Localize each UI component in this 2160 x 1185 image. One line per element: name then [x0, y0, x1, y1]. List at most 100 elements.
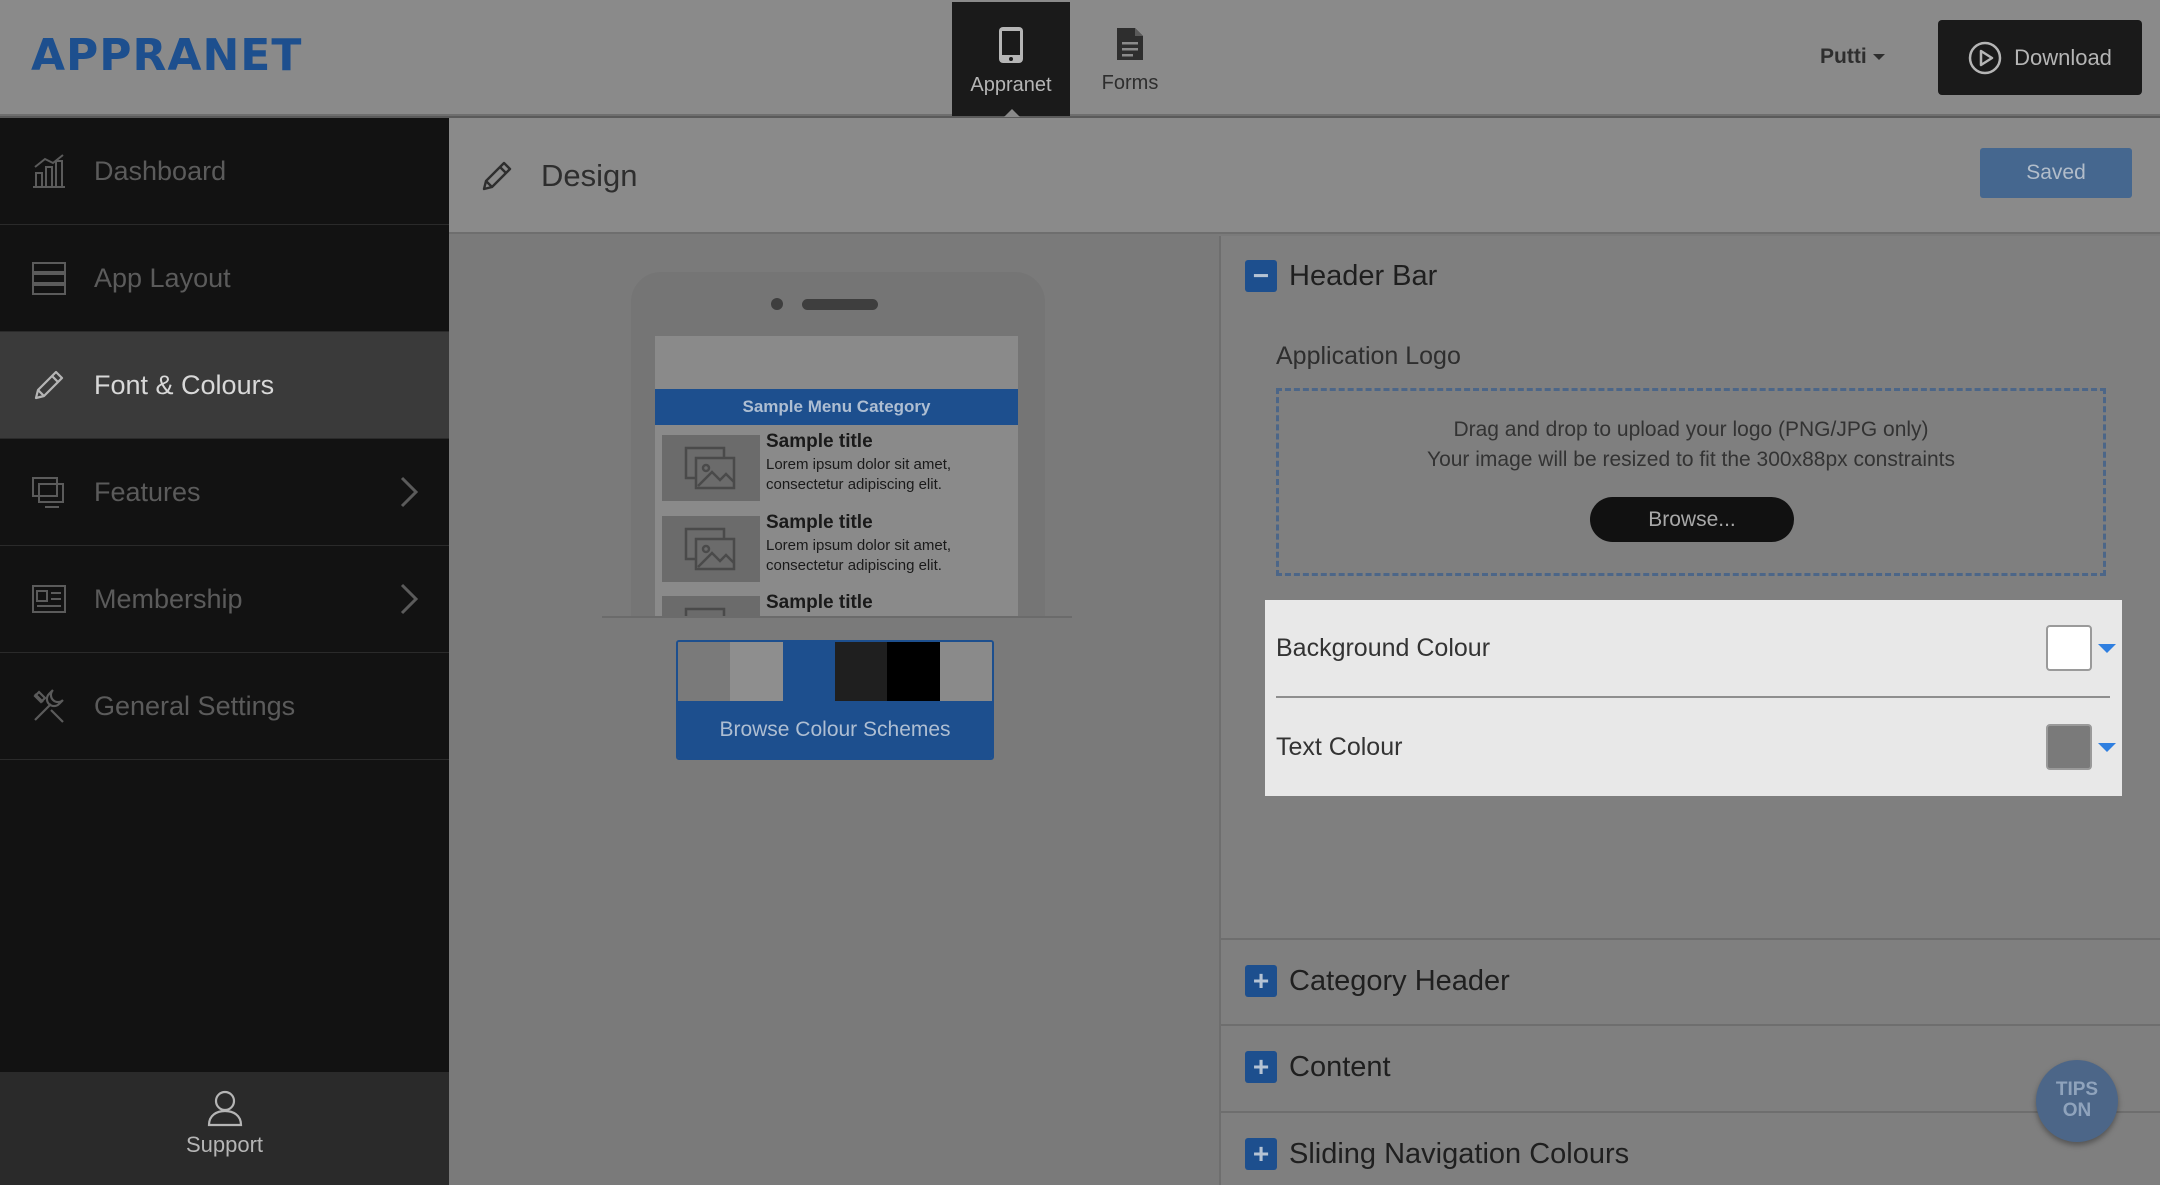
sidebar-item-dashboard[interactable]: Dashboard [0, 118, 449, 225]
user-name: Putti [1820, 45, 1867, 68]
phone-base-line [602, 616, 1072, 618]
phone-icon [999, 27, 1023, 63]
background-colour-row: Background Colour [1276, 600, 2116, 698]
application-logo-label: Application Logo [1276, 342, 1461, 370]
scheme-swatch [678, 642, 731, 701]
phone-speaker [802, 299, 878, 310]
sidebar-item-app-layout[interactable]: App Layout [0, 225, 449, 332]
tab-appranet-label: Appranet [970, 74, 1052, 96]
text-colour-swatch[interactable] [2046, 724, 2092, 770]
section-label: Category Header [1289, 964, 1510, 997]
tab-forms[interactable]: Forms [1071, 2, 1189, 116]
image-placeholder-icon [662, 596, 760, 617]
collapse-icon[interactable]: − [1245, 260, 1277, 292]
expand-icon[interactable]: + [1245, 1138, 1277, 1170]
tips-line-1: TIPS [2055, 1079, 2099, 1100]
scheme-swatch [887, 642, 940, 701]
design-settings-panel: − Header Bar Application Logo Drag and d… [1219, 236, 2160, 1185]
top-bar: APPRANET Appranet Forms Putti Download [0, 0, 2160, 117]
preview-card-text: Lorem ipsum dolor sit amet, consectetur … [766, 456, 952, 493]
divider [1221, 1024, 2160, 1026]
preview-card: Sample title Lorem ipsum dolor sit amet,… [662, 512, 1012, 584]
tab-appranet[interactable]: Appranet [952, 2, 1070, 117]
download-label: Download [2014, 44, 2112, 70]
section-label: Content [1289, 1050, 1391, 1083]
expand-icon[interactable]: + [1245, 1051, 1277, 1083]
image-placeholder-icon [662, 435, 760, 501]
document-icon [1117, 28, 1143, 60]
saved-button[interactable]: Saved [1980, 148, 2132, 198]
pencil-icon [482, 161, 512, 191]
tools-icon [30, 687, 68, 725]
preview-card-title: Sample title [766, 431, 873, 452]
scheme-swatch [939, 642, 992, 701]
chevron-right-icon [400, 476, 419, 508]
design-header: Design Saved [449, 118, 2160, 234]
image-placeholder-icon [662, 516, 760, 582]
sidebar-item-label: Dashboard [94, 155, 227, 186]
sidebar-item-font-colours[interactable]: Font & Colours [0, 332, 449, 439]
layout-icon [30, 259, 68, 297]
chevron-right-icon [400, 583, 419, 615]
caret-down-icon [1872, 54, 1885, 61]
colour-schemes[interactable]: Browse Colour Schemes [676, 640, 994, 760]
user-menu[interactable]: Putti [1820, 45, 1885, 69]
sidebar: Dashboard App Layout Font & Colours Feat… [0, 118, 449, 1185]
scheme-swatch [782, 642, 835, 701]
sidebar-item-label: App Layout [94, 262, 231, 293]
tab-forms-label: Forms [1101, 72, 1159, 94]
preview-menu-category: Sample Menu Category [655, 389, 1018, 425]
preview-card: Sample title Lorem ipsum dolor sit amet,… [662, 431, 1012, 503]
colour-settings: Background Colour Text Colour [1265, 600, 2122, 796]
dropdown-arrow-icon[interactable] [2098, 742, 2116, 752]
pencil-icon [30, 366, 68, 404]
background-colour-swatch[interactable] [2046, 625, 2092, 671]
logo-dropzone[interactable]: Drag and drop to upload your logo (PNG/J… [1276, 388, 2106, 576]
scheme-swatch [730, 642, 783, 701]
phone-camera [771, 298, 783, 310]
sidebar-item-label: Font & Colours [94, 369, 275, 400]
phone-screen: Sample Menu Category Sample title Lorem … [655, 336, 1018, 617]
dropzone-constraint: Your image will be resized to fit the 30… [1426, 448, 1955, 471]
preview-card: Sample title [662, 592, 1012, 617]
preview-card-text: Lorem ipsum dolor sit amet, consectetur … [766, 537, 952, 574]
sidebar-item-label: Features [94, 476, 201, 507]
sidebar-item-label: General Settings [94, 690, 296, 721]
section-header-bar[interactable]: − Header Bar [1221, 254, 2160, 298]
text-colour-row: Text Colour [1276, 698, 2116, 796]
dropdown-arrow-icon[interactable] [2098, 643, 2116, 653]
main-content: Design Saved Sample Menu Category Sample… [449, 118, 2160, 1185]
sidebar-item-membership[interactable]: Membership [0, 546, 449, 653]
section-content[interactable]: + Content [1221, 1047, 2160, 1087]
play-circle-icon [1968, 41, 2002, 74]
section-label: Sliding Navigation Colours [1289, 1137, 1630, 1170]
section-category-header[interactable]: + Category Header [1221, 961, 2160, 1001]
support-button[interactable]: Support [0, 1072, 449, 1185]
sidebar-item-label: Membership [94, 583, 243, 614]
tips-toggle-button[interactable]: TIPS ON [2036, 1060, 2118, 1142]
expand-icon[interactable]: + [1245, 965, 1277, 997]
sidebar-item-features[interactable]: Features [0, 439, 449, 546]
download-button[interactable]: Download [1938, 20, 2142, 95]
tips-line-2: ON [2062, 1100, 2092, 1121]
browse-button[interactable]: Browse... [1590, 497, 1794, 542]
user-icon [207, 1090, 242, 1127]
support-label: Support [185, 1132, 264, 1157]
background-colour-label: Background Colour [1276, 633, 1491, 662]
appranet-logo[interactable]: APPRANET [31, 30, 302, 81]
divider [1221, 1111, 2160, 1113]
id-card-icon [30, 580, 68, 618]
phone-preview: Sample Menu Category Sample title Lorem … [631, 272, 1045, 617]
browse-colour-schemes-button[interactable]: Browse Colour Schemes [678, 701, 992, 758]
scheme-swatches [678, 642, 992, 701]
sidebar-item-general-settings[interactable]: General Settings [0, 653, 449, 760]
divider [1221, 938, 2160, 940]
section-label: Header Bar [1289, 259, 1438, 292]
section-sliding-navigation[interactable]: + Sliding Navigation Colours [1221, 1134, 2160, 1174]
dropzone-instruction: Drag and drop to upload your logo (PNG/J… [1453, 418, 1929, 441]
text-colour-label: Text Colour [1276, 732, 1403, 761]
screens-icon [30, 473, 68, 511]
chart-icon [30, 152, 68, 190]
preview-card-title: Sample title [766, 592, 873, 613]
scheme-swatch [834, 642, 888, 701]
